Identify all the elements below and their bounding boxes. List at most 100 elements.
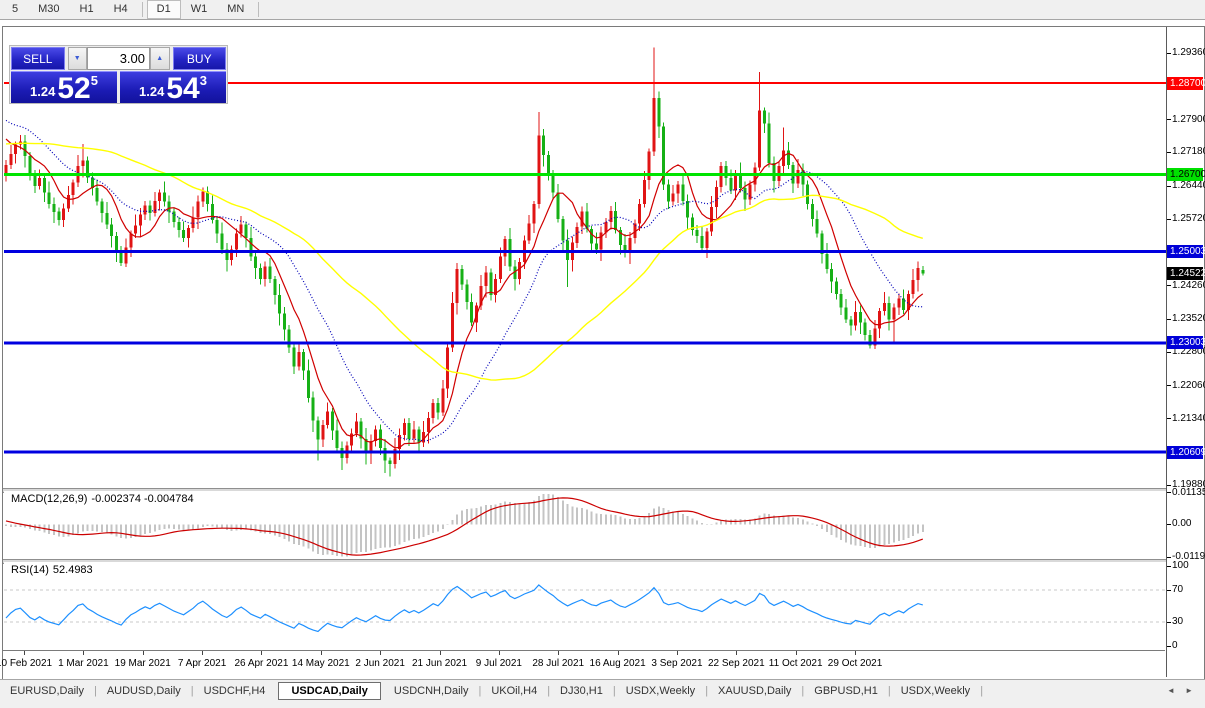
rsi-axis-tick-mark <box>1167 590 1171 591</box>
time-axis-tick-mark <box>677 651 678 655</box>
time-axis-tick-mark <box>24 651 25 655</box>
chart-tab-usdx-weekly[interactable]: USDX,Weekly <box>616 682 705 700</box>
price-line-badge: 1.28700 <box>1167 77 1203 90</box>
chart-tab-xauusd-daily[interactable]: XAUUSD,Daily <box>708 682 801 700</box>
price-axis-tick-mark <box>1167 285 1171 286</box>
time-axis-label: 22 Sep 2021 <box>708 658 765 669</box>
rsi-axis-tick: 0 <box>1172 640 1178 651</box>
price-axis-tick: 1.27900 <box>1172 114 1205 125</box>
time-axis-label: 3 Sep 2021 <box>651 658 702 669</box>
time-axis-label: 26 Apr 2021 <box>234 658 288 669</box>
time-axis-label: 11 Oct 2021 <box>769 658 823 669</box>
time-axis-tick-mark <box>855 651 856 655</box>
price-line-badge: 1.20609 <box>1167 446 1203 459</box>
time-axis-tick-mark <box>440 651 441 655</box>
chart-tab-audusd-daily[interactable]: AUDUSD,Daily <box>97 682 191 700</box>
chart-tab-usdcnh-daily[interactable]: USDCNH,Daily <box>384 682 479 700</box>
time-axis-label: 19 Mar 2021 <box>115 658 171 669</box>
rsi-axis-tick-mark <box>1167 622 1171 623</box>
price-axis-tick-mark <box>1167 219 1171 220</box>
price-axis-tick-mark <box>1167 385 1171 386</box>
tab-scroll-arrows[interactable]: ◄ ► <box>1167 686 1197 695</box>
buy-price-button[interactable]: 1.24 54 3 <box>120 71 226 103</box>
buy-button[interactable]: BUY <box>173 47 227 70</box>
price-axis-tick-mark <box>1167 485 1171 486</box>
price-axis-tick-mark <box>1167 53 1171 54</box>
time-axis-tick-mark <box>736 651 737 655</box>
chart-tab-eurusd-daily[interactable]: EURUSD,Daily <box>0 682 94 700</box>
timeframe-toolbar: 5M30H1H4 D1W1MN <box>0 0 1205 20</box>
time-axis-label: 29 Oct 2021 <box>828 658 882 669</box>
chart-tab-usdchf-h4[interactable]: USDCHF,H4 <box>194 682 276 700</box>
time-axis-label: 10 Feb 2021 <box>0 658 52 669</box>
time-axis-label: 7 Apr 2021 <box>178 658 226 669</box>
chart-tab-gbpusd-h1[interactable]: GBPUSD,H1 <box>804 682 888 700</box>
time-axis-label: 28 Jul 2021 <box>532 658 584 669</box>
timeframe-button-d1[interactable]: D1 <box>147 0 181 19</box>
price-line-badge: 1.25003 <box>1167 245 1203 258</box>
rsi-axis-tick: 30 <box>1172 616 1183 627</box>
sell-price-button[interactable]: 1.24 52 5 <box>11 71 117 103</box>
price-axis-tick: 1.21340 <box>1172 413 1205 424</box>
price-axis-tick-mark <box>1167 186 1171 187</box>
rsi-axis-tick: 70 <box>1172 584 1183 595</box>
macd-label: MACD(12,26,9)-0.002374 -0.004784 <box>11 493 198 505</box>
price-axis-tick: 1.22060 <box>1172 380 1205 391</box>
volume-decrease-button[interactable]: ▼ <box>68 47 88 70</box>
chart-tab-usdcad-daily[interactable]: USDCAD,Daily <box>278 682 380 700</box>
sell-price-prefix: 1.24 <box>30 84 55 99</box>
chart-tab-ukoil-h4[interactable]: UKOil,H4 <box>481 682 547 700</box>
time-axis-tick-mark <box>380 651 381 655</box>
price-axis[interactable]: 1.293601.279001.271801.264401.257201.242… <box>1166 27 1203 677</box>
price-axis-tick-mark <box>1167 319 1171 320</box>
macd-axis-tick-mark <box>1167 492 1171 493</box>
price-axis-tick-mark <box>1167 152 1171 153</box>
time-axis-label: 21 Jun 2021 <box>412 658 467 669</box>
timeframe-button-w1[interactable]: W1 <box>181 0 218 19</box>
volume-input[interactable] <box>87 47 150 70</box>
timeframe-button-m30[interactable]: M30 <box>28 0 69 19</box>
time-axis-tick-mark <box>321 651 322 655</box>
sell-price-big: 52 <box>57 76 90 102</box>
spin-down-icon: ▼ <box>74 55 81 62</box>
macd-axis-tick: 0.00 <box>1172 518 1191 529</box>
price-axis-tick: 1.24260 <box>1172 280 1205 291</box>
timeframe-button-h1[interactable]: H1 <box>70 0 104 19</box>
price-axis-tick: 1.26440 <box>1172 180 1205 191</box>
buy-price-big: 54 <box>166 76 199 102</box>
time-axis-label: 1 Mar 2021 <box>58 658 109 669</box>
price-line-badge: 1.26700 <box>1167 168 1203 181</box>
price-axis-tick-mark <box>1167 352 1171 353</box>
time-axis-tick-mark <box>499 651 500 655</box>
price-axis-tick-mark <box>1167 119 1171 120</box>
toolbar-separator <box>142 2 143 17</box>
timeframe-button-5[interactable]: 5 <box>2 0 28 19</box>
sell-button[interactable]: SELL <box>11 47 65 70</box>
sell-price-sup: 5 <box>91 73 98 88</box>
time-axis-tick-mark <box>202 651 203 655</box>
timeframe-button-h4[interactable]: H4 <box>104 0 138 19</box>
time-axis-tick-mark <box>143 651 144 655</box>
buy-price-sup: 3 <box>200 73 207 88</box>
chart-tab-dj30-h1[interactable]: DJ30,H1 <box>550 682 613 700</box>
time-axis-label: 14 May 2021 <box>292 658 350 669</box>
rsi-panel[interactable] <box>4 562 1166 650</box>
chart-tab-usdx-weekly[interactable]: USDX,Weekly <box>891 682 980 700</box>
timeframe-button-mn[interactable]: MN <box>217 0 254 19</box>
price-line-badge: 1.23003 <box>1167 336 1203 349</box>
macd-axis-tick-mark <box>1167 524 1171 525</box>
price-axis-tick: 1.27180 <box>1172 146 1205 157</box>
time-axis-tick-mark <box>261 651 262 655</box>
rsi-axis-tick-mark <box>1167 646 1171 647</box>
chart-window: ▲USDCAD,Daily1.246021.246871.244811.2452… <box>2 26 1205 680</box>
time-axis-label: 16 Aug 2021 <box>590 658 646 669</box>
chart-tab-bar: EURUSD,Daily|AUDUSD,Daily|USDCHF,H4 USDC… <box>0 679 1205 708</box>
time-axis-label: 2 Jun 2021 <box>355 658 405 669</box>
time-axis-tick-mark <box>558 651 559 655</box>
price-axis-tick: 1.25720 <box>1172 213 1205 224</box>
time-axis[interactable]: 10 Feb 2021 1 Mar 2021 19 Mar 2021 7 Apr 20… <box>3 650 1165 678</box>
volume-increase-button[interactable]: ▲ <box>150 47 170 70</box>
time-axis-tick-mark <box>796 651 797 655</box>
time-axis-tick-mark <box>83 651 84 655</box>
time-axis-tick-mark <box>618 651 619 655</box>
